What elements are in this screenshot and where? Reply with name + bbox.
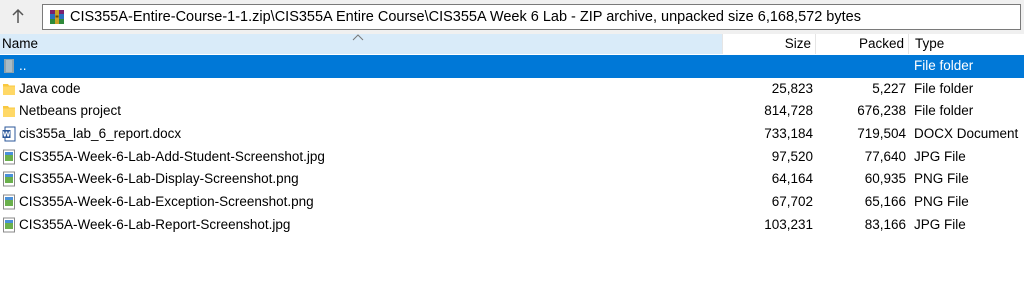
file-type: JPG File bbox=[914, 148, 966, 164]
winrar-archive-icon bbox=[50, 10, 64, 24]
file-row[interactable]: .. File folder bbox=[0, 55, 1024, 78]
file-size: 25,823 bbox=[771, 80, 813, 96]
arrow-up-icon bbox=[12, 8, 24, 23]
file-size: 814,728 bbox=[764, 103, 813, 119]
file-type: JPG File bbox=[914, 216, 966, 232]
column-type-label: Type bbox=[915, 36, 945, 51]
column-packed-header[interactable]: Packed bbox=[815, 34, 908, 54]
file-type: File folder bbox=[914, 103, 974, 119]
file-row[interactable]: CIS355A-Week-6-Lab-Report-Screenshot.jpg… bbox=[0, 214, 1024, 237]
file-type: PNG File bbox=[914, 194, 969, 210]
image-file-icon bbox=[3, 171, 15, 187]
file-packed: 65,166 bbox=[864, 194, 906, 210]
address-field[interactable]: CIS355A-Entire-Course-1-1.zip\CIS355A En… bbox=[42, 4, 1021, 30]
image-file-icon bbox=[3, 217, 15, 233]
file-name: CIS355A-Week-6-Lab-Report-Screenshot.jpg bbox=[19, 216, 291, 232]
address-path: CIS355A-Entire-Course-1-1.zip\CIS355A En… bbox=[70, 9, 861, 25]
parent-folder-icon bbox=[4, 59, 14, 73]
address-bar-row: CIS355A-Entire-Course-1-1.zip\CIS355A En… bbox=[0, 0, 1024, 34]
up-button[interactable] bbox=[4, 3, 32, 29]
file-row[interactable]: Netbeans project 814,728 676,238 File fo… bbox=[0, 100, 1024, 123]
svg-text:W: W bbox=[3, 131, 11, 139]
file-packed: 676,238 bbox=[857, 103, 906, 119]
folder-icon bbox=[3, 83, 15, 95]
file-name: cis355a_lab_6_report.docx bbox=[19, 126, 182, 142]
file-packed: 719,504 bbox=[857, 126, 906, 142]
sort-ascending-icon bbox=[352, 34, 364, 41]
folder-icon bbox=[3, 106, 15, 118]
column-name-label: Name bbox=[2, 36, 39, 51]
file-row[interactable]: Java code 25,823 5,227 File folder bbox=[0, 78, 1024, 101]
image-file-icon bbox=[3, 149, 15, 165]
file-name: Java code bbox=[19, 80, 81, 96]
file-row[interactable]: W cis355a_lab_6_report.docx 733,184 719,… bbox=[0, 123, 1024, 146]
file-size: 67,702 bbox=[771, 194, 813, 210]
file-size: 103,231 bbox=[764, 216, 813, 232]
file-packed: 5,227 bbox=[872, 80, 906, 96]
file-packed: 77,640 bbox=[864, 148, 906, 164]
file-type: PNG File bbox=[914, 171, 969, 187]
file-size: 733,184 bbox=[764, 126, 813, 142]
file-packed: 83,166 bbox=[864, 216, 906, 232]
file-list: .. File folder Java code 25,823 5,227 Fi… bbox=[0, 55, 1024, 237]
file-name: CIS355A-Week-6-Lab-Display-Screenshot.pn… bbox=[19, 171, 299, 187]
column-name-header[interactable]: Name bbox=[0, 34, 722, 54]
file-type: File folder bbox=[914, 80, 974, 96]
file-row[interactable]: CIS355A-Week-6-Lab-Add-Student-Screensho… bbox=[0, 146, 1024, 169]
column-size-label: Size bbox=[784, 36, 811, 51]
file-type: DOCX Document bbox=[914, 126, 1019, 142]
file-packed: 60,935 bbox=[864, 171, 906, 187]
file-name: Netbeans project bbox=[19, 103, 122, 119]
file-row[interactable]: CIS355A-Week-6-Lab-Display-Screenshot.pn… bbox=[0, 168, 1024, 191]
image-file-icon bbox=[3, 194, 15, 210]
file-name: CIS355A-Week-6-Lab-Add-Student-Screensho… bbox=[19, 148, 325, 164]
file-type: File folder bbox=[914, 58, 974, 73]
file-size: 97,520 bbox=[771, 148, 813, 164]
column-type-header[interactable]: Type bbox=[908, 34, 1024, 54]
file-row[interactable]: CIS355A-Week-6-Lab-Exception-Screenshot.… bbox=[0, 191, 1024, 214]
file-name: .. bbox=[19, 58, 27, 73]
file-name: CIS355A-Week-6-Lab-Exception-Screenshot.… bbox=[19, 194, 314, 210]
column-packed-label: Packed bbox=[858, 36, 904, 51]
word-document-icon: W bbox=[2, 126, 16, 142]
column-size-header[interactable]: Size bbox=[722, 34, 815, 54]
file-size: 64,164 bbox=[771, 171, 813, 187]
column-header: Name Size Packed Type bbox=[0, 34, 1024, 54]
